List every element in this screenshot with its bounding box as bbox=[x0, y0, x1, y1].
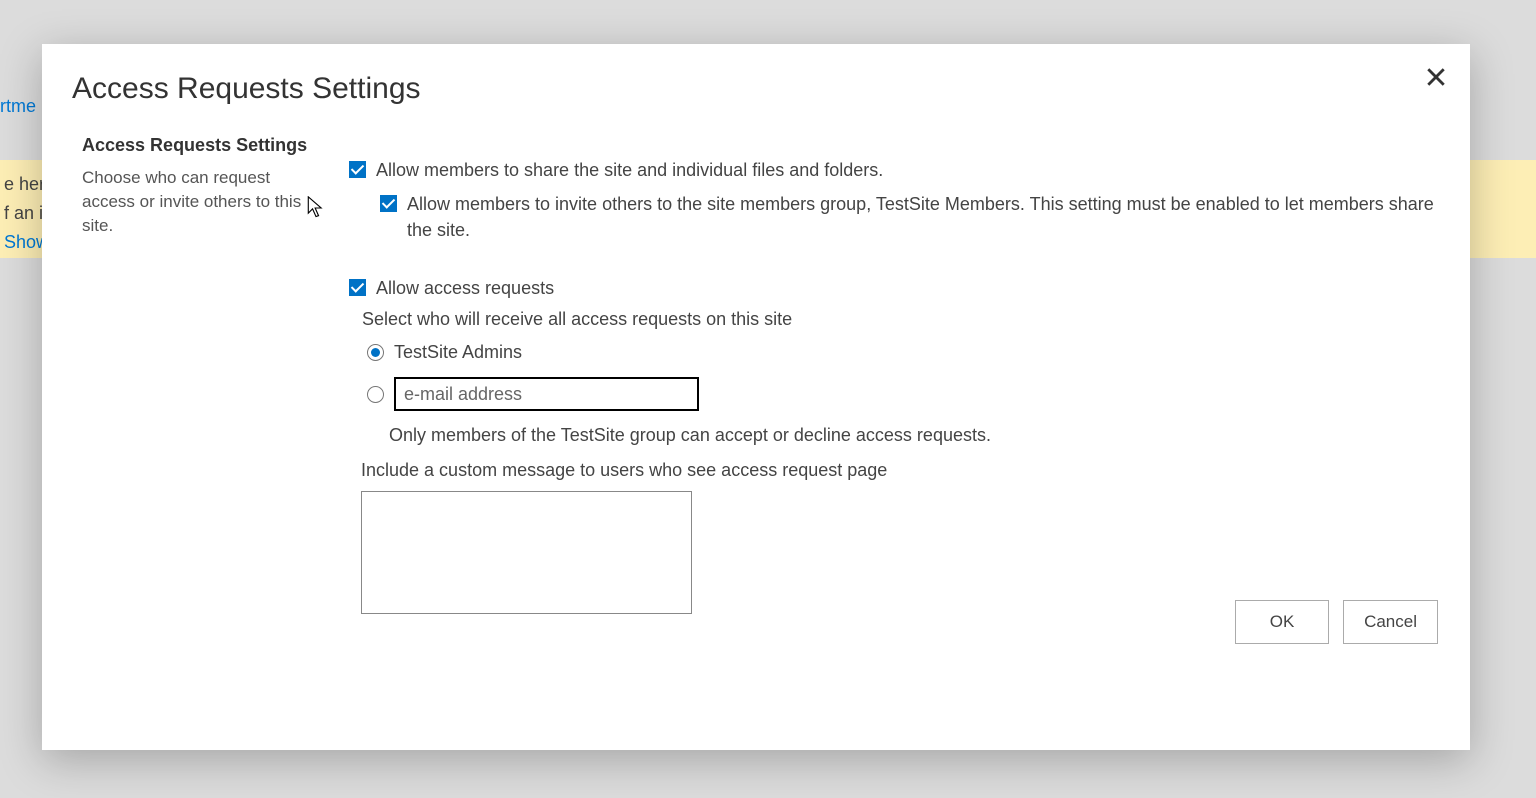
close-button[interactable] bbox=[1422, 64, 1450, 92]
email-field[interactable] bbox=[394, 377, 699, 411]
custom-message-label: Include a custom message to users who se… bbox=[361, 460, 1449, 481]
allow-invite-checkbox[interactable] bbox=[380, 195, 397, 212]
access-requests-dialog: Access Requests Settings Access Requests… bbox=[42, 44, 1470, 750]
allow-share-row: Allow members to share the site and indi… bbox=[349, 157, 1449, 183]
radio-email-row bbox=[367, 377, 1449, 411]
allow-share-checkbox[interactable] bbox=[349, 161, 366, 178]
dialog-title: Access Requests Settings bbox=[72, 72, 421, 106]
sidebar-panel: Access Requests Settings Choose who can … bbox=[82, 135, 322, 238]
cancel-button[interactable]: Cancel bbox=[1343, 600, 1438, 644]
radio-admins[interactable] bbox=[367, 344, 384, 361]
accept-note: Only members of the TestSite group can a… bbox=[389, 425, 1449, 446]
sidebar-heading: Access Requests Settings bbox=[82, 135, 322, 156]
dialog-footer: OK Cancel bbox=[1235, 600, 1438, 644]
recipient-radio-group: TestSite Admins bbox=[367, 342, 1449, 411]
allow-requests-checkbox[interactable] bbox=[349, 279, 366, 296]
bg-breadcrumb-fragment: rtme bbox=[0, 96, 36, 117]
allow-requests-label: Allow access requests bbox=[376, 275, 554, 301]
close-icon bbox=[1427, 68, 1445, 86]
allow-invite-row: Allow members to invite others to the si… bbox=[380, 191, 1449, 243]
ok-button[interactable]: OK bbox=[1235, 600, 1329, 644]
radio-admins-label: TestSite Admins bbox=[394, 342, 522, 363]
sidebar-description: Choose who can request access or invite … bbox=[82, 166, 322, 238]
settings-panel: Allow members to share the site and indi… bbox=[349, 157, 1449, 619]
radio-email[interactable] bbox=[367, 386, 384, 403]
bg-banner-text1: e her bbox=[4, 174, 45, 194]
radio-admins-row: TestSite Admins bbox=[367, 342, 1449, 363]
allow-requests-row: Allow access requests bbox=[349, 275, 1449, 301]
custom-message-textarea[interactable] bbox=[361, 491, 692, 614]
allow-share-label: Allow members to share the site and indi… bbox=[376, 157, 883, 183]
recipient-instruction: Select who will receive all access reque… bbox=[362, 309, 1449, 330]
allow-invite-label: Allow members to invite others to the si… bbox=[407, 191, 1449, 243]
